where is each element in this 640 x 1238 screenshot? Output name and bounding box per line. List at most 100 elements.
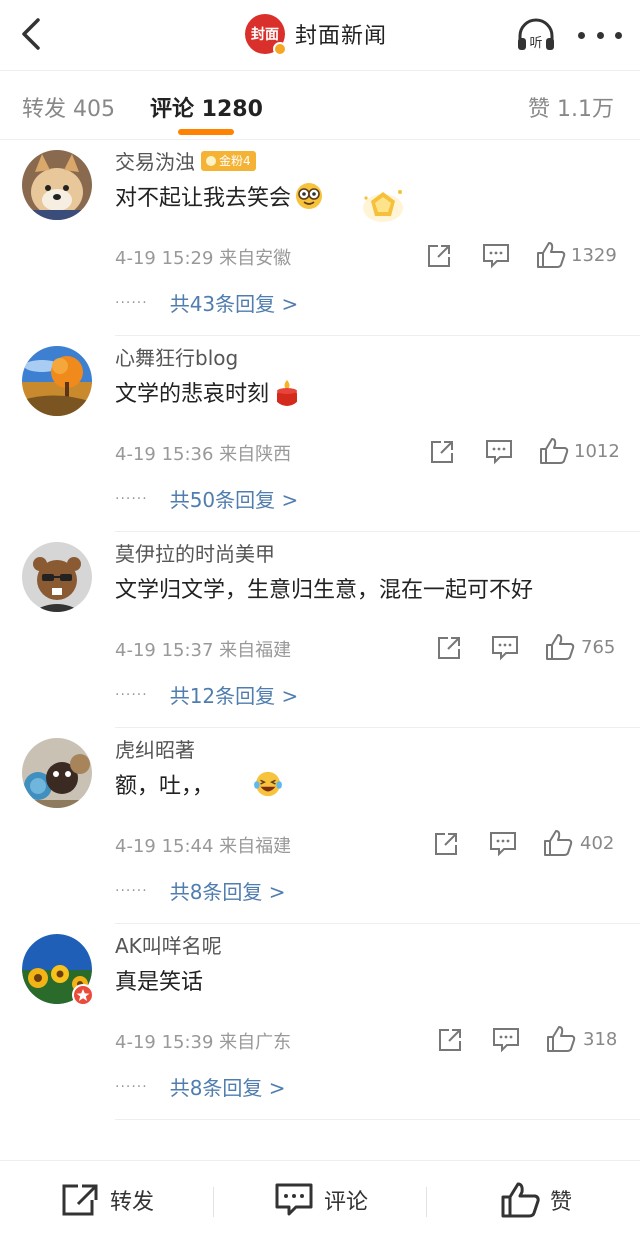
username-text: 莫伊拉的时尚美甲 <box>115 542 275 566</box>
username[interactable]: 交易沩浊 金粉4 <box>115 146 256 175</box>
comment-item: 心舞狂行blog 文学的悲哀时刻 4-19 15:36 来自陕西 1012 ··… <box>0 336 640 532</box>
fan-badge-icon <box>206 155 216 166</box>
replies-dots: ······ <box>115 882 148 899</box>
comment-item: 交易沩浊 金粉4 对不起让我去笑会 4-19 15:29 来自安徽 1329 ·… <box>0 140 640 336</box>
like-count: 1329 <box>571 245 617 266</box>
repost-button[interactable]: 转发 <box>60 1161 154 1238</box>
comment-icon <box>275 1183 313 1216</box>
like-count: 402 <box>580 833 615 854</box>
like-count: 765 <box>581 637 616 658</box>
laughing-tears-emoji-icon <box>254 771 283 797</box>
like-thumb-icon[interactable] <box>539 437 569 465</box>
fan-badge-label: 金粉4 <box>219 154 251 168</box>
username[interactable]: AK叫咩名呢 <box>115 930 222 959</box>
comment-divider <box>115 1119 640 1120</box>
reply-icon[interactable] <box>482 243 510 269</box>
comment-text-content: 额，吐，， <box>115 774 215 799</box>
account-title[interactable]: 封面 封面新闻 <box>245 13 388 56</box>
fan-badge: 金粉4 <box>201 150 256 171</box>
share-icon[interactable] <box>429 439 455 465</box>
like-thumb-icon[interactable] <box>546 1025 576 1053</box>
view-replies-link[interactable]: ······ 共50条回复 > <box>115 484 298 513</box>
tab-comments[interactable]: 评论 1280 <box>150 91 263 123</box>
comment-button[interactable]: 评论 <box>274 1161 368 1238</box>
like-thumb-icon[interactable] <box>543 829 573 857</box>
comment-text-content: 文学的悲哀时刻 <box>115 382 270 407</box>
replies-text: 共50条回复 > <box>169 488 299 512</box>
like-thumb-icon[interactable] <box>545 633 575 661</box>
replies-dots: ······ <box>115 1078 148 1095</box>
comment-meta: 4-19 15:39 来自广东 <box>115 1032 292 1053</box>
replies-text: 共12条回复 > <box>169 684 299 708</box>
comment-text: 文学归文学，生意归生意，混在一起可不好 <box>115 572 533 604</box>
username-text: 虎纠昭著 <box>115 738 195 762</box>
like-button[interactable]: 赞 <box>500 1161 572 1238</box>
member-badge-icon <box>72 984 94 1006</box>
share-icon[interactable] <box>433 831 459 857</box>
comment-item: AK叫咩名呢 真是笑话 4-19 15:39 来自广东 318 ······ 共… <box>0 924 640 1120</box>
username[interactable]: 心舞狂行blog <box>115 342 238 371</box>
comment-label: 评论 <box>324 1190 369 1215</box>
listen-headphones-icon[interactable]: 听 <box>514 14 558 56</box>
repost-label: 转发 <box>110 1190 155 1215</box>
comment-text: 额，吐，， <box>115 768 283 800</box>
avatar[interactable] <box>22 934 94 1006</box>
replies-dots: ······ <box>115 294 148 311</box>
repost-icon <box>62 1184 98 1216</box>
avatar[interactable] <box>22 346 92 416</box>
reply-icon[interactable] <box>485 439 513 465</box>
reply-icon[interactable] <box>491 635 519 661</box>
comment-text: 文学的悲哀时刻 <box>115 376 301 408</box>
view-replies-link[interactable]: ······ 共8条回复 > <box>115 1072 286 1101</box>
tab-bar: 转发 405 评论 1280 赞 1.1万 <box>0 71 640 139</box>
tab-repost[interactable]: 转发 405 <box>22 91 115 123</box>
comment-meta: 4-19 15:36 来自陕西 <box>115 444 292 465</box>
replies-text: 共8条回复 > <box>169 880 286 904</box>
avatar[interactable] <box>22 738 92 808</box>
view-replies-link[interactable]: ······ 共12条回复 > <box>115 680 298 709</box>
bottom-action-bar: 转发 评论 赞 <box>0 1160 640 1238</box>
reply-icon[interactable] <box>489 831 517 857</box>
comment-item: 莫伊拉的时尚美甲 文学归文学，生意归生意，混在一起可不好 4-19 15:37 … <box>0 532 640 728</box>
comment-item: 虎纠昭著 额，吐，， 4-19 15:44 来自福建 402 ······ 共8… <box>0 728 640 924</box>
page-title: 封面新闻 <box>295 24 388 49</box>
username[interactable]: 莫伊拉的时尚美甲 <box>115 538 275 567</box>
replies-text: 共8条回复 > <box>169 1076 286 1100</box>
username-text: 交易沩浊 <box>115 150 195 174</box>
username-text: AK叫咩名呢 <box>115 934 222 958</box>
like-thumb-icon <box>501 1182 540 1218</box>
top-nav-bar: 封面 封面新闻 听 <box>0 0 640 70</box>
candle-emoji-icon <box>277 380 298 406</box>
share-icon[interactable] <box>426 243 452 269</box>
avatar[interactable] <box>22 150 92 220</box>
share-icon[interactable] <box>437 1027 463 1053</box>
more-options-icon[interactable] <box>578 20 622 50</box>
back-arrow-icon[interactable] <box>14 14 50 54</box>
comment-meta: 4-19 15:29 来自安徽 <box>115 248 292 269</box>
like-label: 赞 <box>550 1190 573 1215</box>
replies-dots: ······ <box>115 686 148 703</box>
share-icon[interactable] <box>436 635 462 661</box>
gold-fan-sparkle-icon <box>363 190 403 222</box>
like-count: 1012 <box>574 441 620 462</box>
brand-logo: 封面 <box>245 14 287 56</box>
bottom-bar-separator <box>426 1187 427 1217</box>
like-count: 318 <box>583 1029 618 1050</box>
avatar[interactable] <box>22 542 92 612</box>
view-replies-link[interactable]: ······ 共8条回复 > <box>115 876 286 905</box>
replies-dots: ······ <box>115 490 148 507</box>
tab-likes[interactable]: 赞 1.1万 <box>528 91 614 123</box>
like-thumb-icon[interactable] <box>536 241 566 269</box>
bottom-bar-separator <box>213 1187 214 1217</box>
reply-icon[interactable] <box>492 1027 520 1053</box>
comment-meta: 4-19 15:44 来自福建 <box>115 836 292 857</box>
comment-text: 真是笑话 <box>115 964 203 996</box>
replies-text: 共43条回复 > <box>169 292 299 316</box>
comment-text-content: 文学归文学，生意归生意，混在一起可不好 <box>115 578 534 603</box>
comment-meta: 4-19 15:37 来自福建 <box>115 640 292 661</box>
brand-logo-text: 封面 <box>251 27 279 43</box>
view-replies-link[interactable]: ······ 共43条回复 > <box>115 288 298 317</box>
username[interactable]: 虎纠昭著 <box>115 734 195 763</box>
comment-text-content: 对不起让我去笑会 <box>115 186 292 211</box>
verified-badge-icon <box>273 42 287 56</box>
